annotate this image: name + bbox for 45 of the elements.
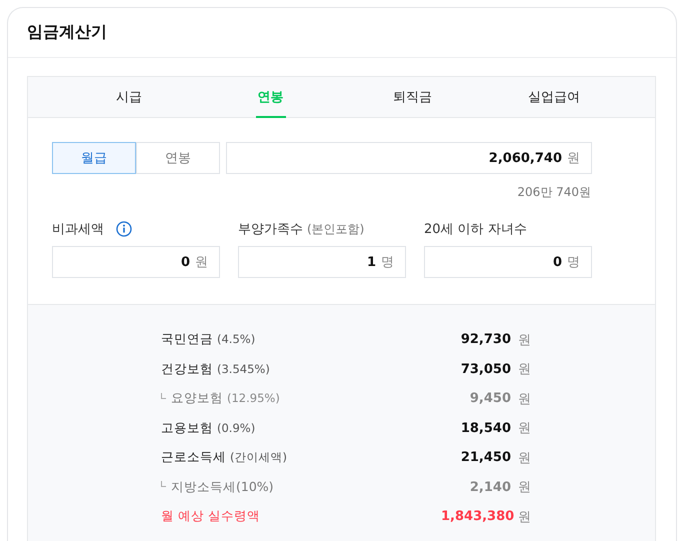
deduction-label: 지방소득세(10%) <box>171 478 274 496</box>
deduction-value: 92,730 <box>460 332 511 348</box>
card-title: 임금계산기 <box>27 22 107 43</box>
deduction-label: 건강보험 (3.545%) <box>161 360 270 378</box>
unit-label: 원 <box>517 450 531 467</box>
number-input[interactable]: 1 명 <box>238 246 406 278</box>
deduction-value: 73,050 <box>460 362 511 377</box>
number-input[interactable]: 0 명 <box>424 246 592 278</box>
field-label: 20세 이하 자녀수 <box>424 221 527 238</box>
deduction-value: 2,140 <box>468 480 511 495</box>
deduction-value: 1,843,380 <box>441 509 511 524</box>
unit-label: 원 <box>517 420 531 438</box>
unit-label: 원 <box>567 150 580 167</box>
field-note: (본인포함) <box>307 220 364 238</box>
salary-value: 2,060,740 <box>488 150 562 166</box>
unit-label: 원 <box>517 390 531 408</box>
tab[interactable]: 퇴직금 <box>390 77 434 118</box>
deduction-value: 21,450 <box>460 450 511 466</box>
deduction-label: 요양보험 (12.95%) <box>171 390 280 408</box>
pay-type-toggle[interactable]: 연봉 <box>136 142 220 174</box>
unit-label: 원 <box>517 332 531 349</box>
field-value: 0 <box>552 254 562 270</box>
unit-label: 원 <box>517 479 531 496</box>
amount-readout: 206만 740원 <box>516 184 591 201</box>
pay-type-toggle[interactable]: 월급 <box>52 142 136 174</box>
number-input[interactable]: 0 원 <box>52 246 220 278</box>
tab[interactable]: 실업급여 <box>526 77 582 118</box>
deduction-value: 18,540 <box>460 420 511 436</box>
unit-label: 명 <box>567 254 580 271</box>
field-value: 0 <box>180 254 190 270</box>
unit-label: 원 <box>517 508 531 526</box>
field-label: 비과세액 <box>52 221 104 238</box>
info-icon[interactable] <box>116 221 132 237</box>
deduction-label: 월 예상 실수령액 <box>161 508 260 526</box>
unit-label: 원 <box>517 361 531 378</box>
salary-input[interactable]: 2,060,740 원 <box>226 142 592 174</box>
unit-label: 원 <box>195 254 208 271</box>
deduction-label: 국민연금 (4.5%) <box>161 331 256 348</box>
tab[interactable]: 시급 <box>114 77 144 118</box>
unit-label: 명 <box>381 254 394 271</box>
deduction-label: 고용보험 (0.9%) <box>161 420 256 437</box>
deduction-label: 근로소득세 (간이세액) <box>161 449 287 466</box>
field-value: 1 <box>366 254 376 270</box>
field-label: 부양가족수 <box>238 221 303 238</box>
deduction-value: 9,450 <box>468 391 511 406</box>
